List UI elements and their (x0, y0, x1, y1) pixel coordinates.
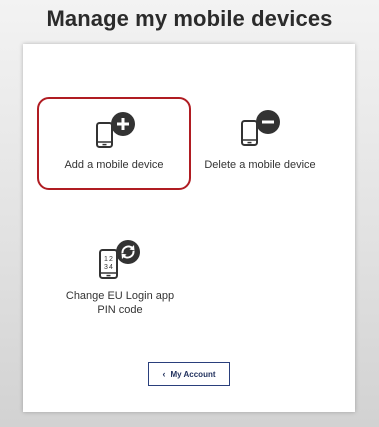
phone-add-icon (94, 111, 136, 158)
my-account-button[interactable]: ‹ My Account (148, 362, 230, 386)
phone-pin-refresh-icon: 1 2 3 4 (97, 238, 143, 289)
device-options-panel: Add a mobile device Delete a mobile devi… (23, 44, 355, 412)
delete-mobile-device-option[interactable]: Delete a mobile device (197, 97, 323, 190)
page-title: Manage my mobile devices (46, 6, 333, 31)
svg-text:4: 4 (109, 264, 113, 271)
svg-text:3: 3 (104, 264, 108, 271)
delete-mobile-device-label: Delete a mobile device (204, 159, 316, 171)
my-account-button-label: My Account (170, 369, 216, 379)
phone-remove-icon (239, 109, 281, 156)
change-pin-code-label: Change EU Login app PIN code (45, 289, 195, 317)
add-mobile-device-label: Add a mobile device (64, 159, 164, 171)
chevron-left-icon: ‹ (162, 368, 166, 379)
change-pin-code-label-line2: PIN code (97, 304, 143, 316)
change-pin-code-option[interactable]: 1 2 3 4 Change EU Login app PIN code (45, 236, 195, 326)
svg-text:2: 2 (109, 256, 113, 263)
add-mobile-device-option[interactable]: Add a mobile device (37, 97, 191, 190)
change-pin-code-label-line1: Change EU Login app (65, 290, 175, 302)
svg-text:1: 1 (104, 256, 108, 263)
